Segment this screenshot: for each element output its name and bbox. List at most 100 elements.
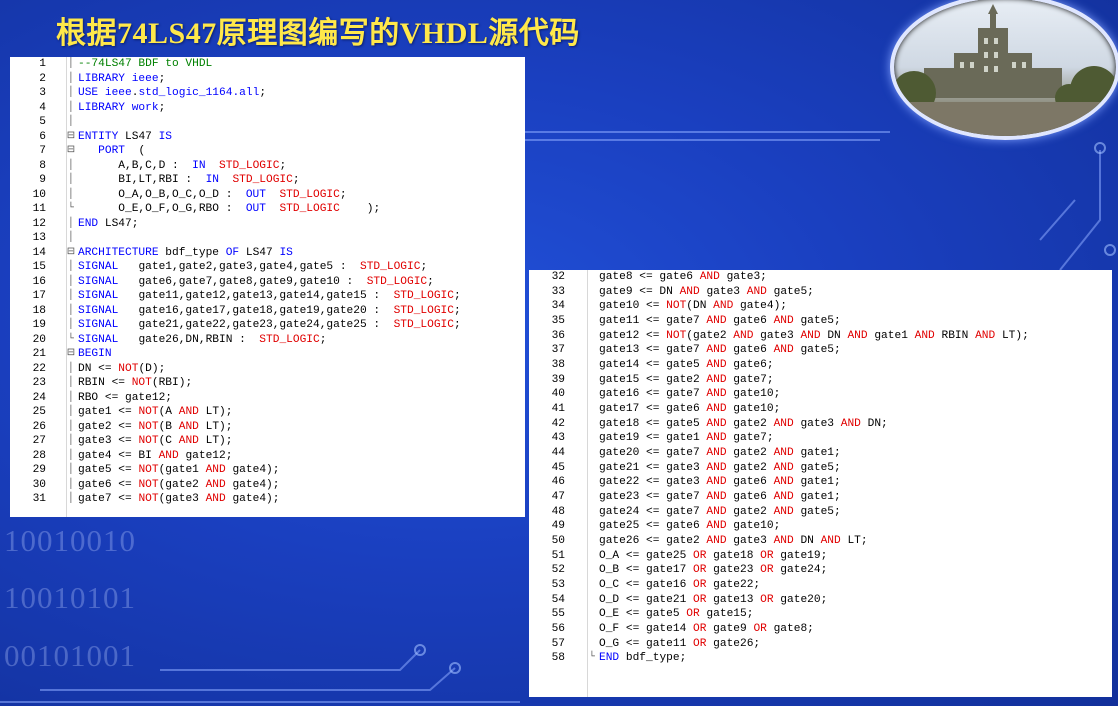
fold-marker-icon[interactable]: ⊟ — [65, 144, 77, 159]
code-line: 12 │ END LS47; — [10, 217, 525, 232]
fold-marker-icon: │ — [67, 435, 74, 446]
code-text: gate15 <= gate2 AND gate7; — [599, 373, 774, 386]
code-line: 14 ⊟ ARCHITECTURE bdf_type OF LS47 IS — [10, 246, 525, 261]
line-number: 10 — [32, 188, 46, 201]
code-text: SIGNAL gate16,gate17,gate18,gate19,gate2… — [78, 304, 461, 317]
code-text: SIGNAL gate6,gate7,gate8,gate9,gate10 : … — [78, 275, 434, 288]
fold-marker-icon: │ — [67, 464, 74, 475]
line-number: 57 — [551, 637, 565, 650]
fold-marker-icon: │ — [67, 478, 74, 490]
line-number: 55 — [551, 608, 565, 621]
line-number: 5 — [39, 116, 46, 128]
code-text: gate18 <= gate5 AND gate2 AND gate3 AND … — [599, 417, 888, 430]
code-text: gate6 <= NOT(gate2 AND gate4); — [78, 478, 280, 491]
line-number: 3 — [39, 87, 46, 99]
fold-marker-icon: │ — [67, 391, 74, 403]
code-line: 32│gate8 <= gate6 AND gate3; — [529, 270, 1112, 285]
fold-marker-icon: │ — [67, 232, 74, 243]
code-text: gate3 <= NOT(C AND LT); — [78, 435, 233, 447]
code-text: gate17 <= gate6 AND gate10; — [599, 403, 781, 416]
code-line: 7 ⊟ PORT ( — [10, 144, 525, 159]
code-text: BEGIN — [78, 348, 112, 360]
code-line: 22 │ DN <= NOT(D); — [10, 362, 525, 377]
code-line: 26 │ gate2 <= NOT(B AND LT); — [10, 420, 525, 435]
code-lines: 1 │ --74LS47 BDF to VHDL 2 │ LIBRARY ieee; 3 │ U… — [10, 57, 525, 507]
code-line: 56│O_F <= gate14 OR gate9 OR gate8; — [529, 622, 1112, 637]
fold-marker-icon: │ — [67, 58, 74, 69]
code-text: PORT ( — [98, 145, 146, 157]
fold-marker-icon[interactable]: ⊟ — [65, 130, 77, 145]
fold-marker-icon: │ — [67, 87, 74, 98]
fold-marker-icon[interactable]: ⊟ — [65, 246, 77, 261]
fold-marker-icon: │ — [67, 493, 74, 504]
code-editor-panel-2[interactable]: 32│gate8 <= gate6 AND gate3;33│gate9 <= … — [529, 270, 1112, 697]
code-text: ARCHITECTURE bdf_type OF LS47 IS — [78, 246, 293, 259]
code-line: 28 │ gate4 <= BI AND gate12; — [10, 449, 525, 464]
code-text: ENTITY LS47 IS — [78, 130, 173, 143]
fold-marker-icon: │ — [67, 275, 74, 287]
line-number: 45 — [551, 461, 565, 474]
line-number: 24 — [32, 391, 46, 404]
line-number: 42 — [551, 417, 565, 430]
code-text: gate10 <= NOT(DN AND gate4); — [599, 300, 788, 313]
code-text: gate24 <= gate7 AND gate2 AND gate5; — [599, 505, 841, 518]
code-line: 46│gate22 <= gate3 AND gate6 AND gate1; — [529, 475, 1112, 490]
line-number: 22 — [32, 362, 46, 375]
code-text: O_A,O_B,O_C,O_D : OUT STD_LOGIC; — [78, 188, 347, 201]
code-text: gate20 <= gate7 AND gate2 AND gate1; — [599, 447, 841, 460]
code-text: gate5 <= NOT(gate1 AND gate4); — [78, 464, 280, 476]
line-number: 27 — [32, 435, 46, 447]
code-text: O_D <= gate21 OR gate13 OR gate20; — [599, 593, 828, 606]
code-line: 50│gate26 <= gate2 AND gate3 AND DN AND … — [529, 534, 1112, 549]
code-text: gate9 <= DN AND gate3 AND gate5; — [599, 285, 814, 298]
code-line: 36│gate12 <= NOT(gate2 AND gate3 AND DN … — [529, 329, 1112, 344]
line-number: 17 — [32, 290, 46, 302]
line-number: 40 — [551, 388, 565, 401]
code-line: 42│gate18 <= gate5 AND gate2 AND gate3 A… — [529, 417, 1112, 432]
code-text: gate26 <= gate2 AND gate3 AND DN AND LT; — [599, 535, 868, 548]
fold-marker-icon: └ — [67, 333, 74, 345]
line-number: 25 — [32, 406, 46, 418]
line-number: 56 — [551, 623, 565, 636]
line-number: 16 — [32, 275, 46, 288]
line-number: 52 — [551, 564, 565, 577]
fold-marker-icon: │ — [67, 319, 74, 330]
fold-marker-icon: │ — [67, 217, 74, 229]
line-number: 20 — [32, 333, 46, 346]
binary-decoration-3: 00101001 — [4, 638, 136, 673]
line-number: 39 — [551, 373, 565, 386]
line-number: 36 — [551, 329, 565, 342]
code-editor-panel-1[interactable]: 1 │ --74LS47 BDF to VHDL 2 │ LIBRARY ieee; 3 │ U… — [10, 57, 525, 517]
fold-marker-icon: │ — [67, 290, 74, 301]
code-line: 25 │ gate1 <= NOT(A AND LT); — [10, 405, 525, 420]
code-text: gate22 <= gate3 AND gate6 AND gate1; — [599, 476, 841, 489]
fold-marker-icon: │ — [67, 304, 74, 316]
line-number: 2 — [39, 72, 46, 85]
code-text: gate11 <= gate7 AND gate6 AND gate5; — [599, 315, 841, 328]
fold-marker-icon[interactable]: ⊟ — [65, 347, 77, 362]
line-number: 32 — [551, 271, 565, 283]
line-number: 15 — [32, 261, 46, 273]
code-line: 51│O_A <= gate25 OR gate18 OR gate19; — [529, 549, 1112, 564]
code-text: gate8 <= gate6 AND gate3; — [599, 271, 767, 283]
line-number: 13 — [32, 232, 46, 244]
code-text: --74LS47 BDF to VHDL — [78, 58, 213, 70]
building-illustration — [894, 4, 1116, 136]
line-number: 54 — [551, 593, 565, 606]
line-number: 50 — [551, 535, 565, 548]
line-number: 31 — [32, 493, 46, 505]
fold-marker-icon: │ — [67, 174, 74, 185]
code-line: 17 │ SIGNAL gate11,gate12,gate13,gate14,ga… — [10, 289, 525, 304]
line-number: 58 — [551, 652, 565, 665]
code-line: 44│gate20 <= gate7 AND gate2 AND gate1; — [529, 446, 1112, 461]
fold-marker-icon: └ — [67, 203, 74, 214]
code-line: 52│O_B <= gate17 OR gate23 OR gate24; — [529, 563, 1112, 578]
code-text: LIBRARY ieee; — [78, 72, 166, 85]
code-text: O_E <= gate5 OR gate15; — [599, 608, 754, 621]
code-line: 35│gate11 <= gate7 AND gate6 AND gate5; — [529, 314, 1112, 329]
code-line: 8 │ A,B,C,D : IN STD_LOGIC; — [10, 159, 525, 174]
code-line: 40│gate16 <= gate7 AND gate10; — [529, 387, 1112, 402]
code-line: 31 │ gate7 <= NOT(gate3 AND gate4); — [10, 492, 525, 507]
code-line: 43│gate19 <= gate1 AND gate7; — [529, 431, 1112, 446]
line-number: 44 — [551, 447, 565, 460]
